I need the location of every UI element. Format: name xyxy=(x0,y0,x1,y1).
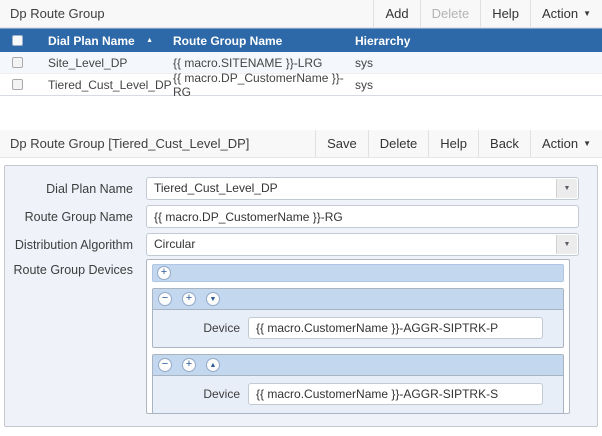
plus-icon: + xyxy=(186,359,192,370)
field-label-route-group-name: Route Group Name xyxy=(5,210,141,224)
row-checkbox[interactable] xyxy=(12,79,23,90)
add-device-button[interactable]: + xyxy=(182,358,196,372)
add-device-button[interactable]: + xyxy=(157,266,171,280)
header-cell-hierarchy[interactable]: Hierarchy xyxy=(345,34,602,48)
row-checkbox[interactable] xyxy=(12,57,23,68)
dial-plan-name-value: Tiered_Cust_Level_DP xyxy=(154,181,278,195)
header-cell-select xyxy=(0,35,34,46)
device-group: − + ▼ Device xyxy=(152,288,564,348)
field-label-device: Device xyxy=(153,387,248,401)
column-label-dial-plan-name: Dial Plan Name xyxy=(48,34,135,48)
cell-select xyxy=(0,57,34,68)
device-group: − + ▲ Device xyxy=(152,354,564,414)
action-menu-button[interactable]: Action ▼ xyxy=(530,130,602,157)
move-device-down-button[interactable]: ▼ xyxy=(206,292,220,306)
delete-button[interactable]: Delete xyxy=(368,130,429,157)
detail-toolbar: Dp Route Group [Tiered_Cust_Level_DP] Sa… xyxy=(0,130,602,158)
caret-down-icon: ▼ xyxy=(583,9,591,18)
caret-down-icon: ▼ xyxy=(583,139,591,148)
action-menu-label: Action xyxy=(542,136,578,151)
cell-hierarchy: sys xyxy=(345,78,602,92)
detail-panel-title: Dp Route Group [Tiered_Cust_Level_DP] xyxy=(0,130,315,157)
cell-route-group-name: {{ macro.SITENAME }}-LRG xyxy=(165,56,345,70)
save-button[interactable]: Save xyxy=(315,130,368,157)
route-group-devices-widget: + − + ▼ Device xyxy=(146,259,570,414)
dropdown-caret-icon: ▼ xyxy=(556,235,577,254)
back-button[interactable]: Back xyxy=(478,130,530,157)
distribution-algorithm-select[interactable]: Circular ▼ xyxy=(146,233,579,256)
minus-icon: − xyxy=(162,293,168,304)
help-button[interactable]: Help xyxy=(428,130,478,157)
plus-icon: + xyxy=(161,267,167,278)
device-group-body: Device xyxy=(153,310,563,347)
route-group-detail-panel: Dp Route Group [Tiered_Cust_Level_DP] Sa… xyxy=(0,130,602,427)
dropdown-caret-icon: ▼ xyxy=(556,179,577,198)
route-group-list-panel: Dp Route Group Add Delete Help Action ▼ … xyxy=(0,0,602,96)
list-toolbar: Dp Route Group Add Delete Help Action ▼ xyxy=(0,0,602,28)
field-label-device: Device xyxy=(153,321,248,335)
move-device-up-button[interactable]: ▲ xyxy=(206,358,220,372)
field-label-route-group-devices: Route Group Devices xyxy=(5,263,141,277)
remove-device-button[interactable]: − xyxy=(158,358,172,372)
header-cell-route-group-name[interactable]: Route Group Name xyxy=(165,34,345,48)
field-label-distribution-algorithm: Distribution Algorithm xyxy=(5,238,141,252)
sort-ascending-icon: ▲ xyxy=(146,37,153,44)
action-menu-button[interactable]: Action ▼ xyxy=(530,0,602,27)
add-button[interactable]: Add xyxy=(373,0,419,27)
arrow-down-icon: ▼ xyxy=(210,296,217,303)
help-button[interactable]: Help xyxy=(480,0,530,27)
cell-hierarchy: sys xyxy=(345,56,602,70)
cell-route-group-name: {{ macro.DP_CustomerName }}-RG xyxy=(165,71,345,99)
add-device-button[interactable]: + xyxy=(182,292,196,306)
plus-icon: + xyxy=(186,293,192,304)
cell-select xyxy=(0,79,34,90)
select-all-checkbox[interactable] xyxy=(12,35,23,46)
list-panel-title: Dp Route Group xyxy=(0,0,373,27)
cell-dial-plan-name: Tiered_Cust_Level_DP xyxy=(34,78,165,92)
header-cell-dial-plan-name[interactable]: Dial Plan Name ▲ xyxy=(34,34,165,48)
minus-icon: − xyxy=(162,359,168,370)
device-group-body: Device xyxy=(153,376,563,413)
device-group-header: − + ▼ xyxy=(153,289,563,310)
field-label-dial-plan-name: Dial Plan Name xyxy=(5,182,141,196)
table-header: Dial Plan Name ▲ Route Group Name Hierar… xyxy=(0,28,602,52)
delete-button[interactable]: Delete xyxy=(420,0,481,27)
device-input[interactable] xyxy=(248,383,543,405)
panel-gap xyxy=(0,96,602,130)
device-input[interactable] xyxy=(248,317,543,339)
distribution-algorithm-value: Circular xyxy=(154,237,195,251)
devices-add-bar: + xyxy=(152,264,564,282)
device-group-header: − + ▲ xyxy=(153,355,563,376)
cell-dial-plan-name: Site_Level_DP xyxy=(34,56,165,70)
dial-plan-name-select[interactable]: Tiered_Cust_Level_DP ▼ xyxy=(146,177,579,200)
arrow-up-icon: ▲ xyxy=(210,362,217,369)
route-group-name-input[interactable] xyxy=(146,205,579,228)
table-row[interactable]: Tiered_Cust_Level_DP {{ macro.DP_Custome… xyxy=(0,74,602,96)
action-menu-label: Action xyxy=(542,6,578,21)
remove-device-button[interactable]: − xyxy=(158,292,172,306)
detail-form: Dial Plan Name Tiered_Cust_Level_DP ▼ Ro… xyxy=(4,165,598,427)
